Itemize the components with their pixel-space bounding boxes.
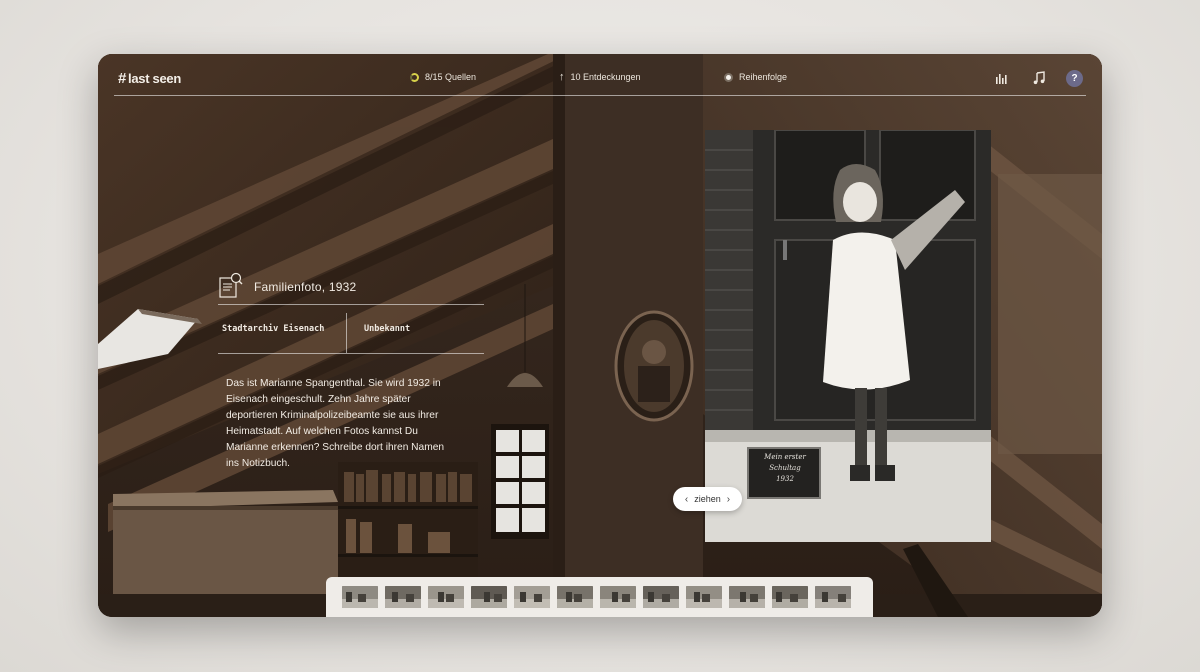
app-window: # last seen 8/15 Quellen ↑ 10 Entdeckunge…: [98, 54, 1102, 617]
filmstrip-thumbnail[interactable]: [600, 586, 636, 608]
app-logo[interactable]: # last seen: [118, 70, 181, 87]
meta-separator: [346, 313, 347, 353]
document-search-icon: [218, 272, 244, 303]
slider-label: ziehen: [694, 494, 721, 504]
info-divider-bottom: [218, 353, 484, 354]
sources-counter[interactable]: 8/15 Quellen: [410, 72, 476, 82]
source-info-panel: Familienfoto, 1932 Stadtarchiv Eisenach …: [218, 270, 484, 472]
top-bar: # last seen 8/15 Quellen ↑ 10 Entdeckunge…: [98, 54, 1102, 96]
author-name: Unbekannt: [364, 324, 411, 334]
help-icon: ?: [1071, 73, 1078, 84]
historical-photo[interactable]: Mein erster Schultag 1932: [705, 130, 991, 542]
discoveries-label: 10 Entdeckungen: [570, 72, 641, 82]
help-button[interactable]: ?: [1066, 70, 1083, 87]
slate-line-3: 1932: [776, 475, 794, 483]
filmstrip-thumbnail[interactable]: [686, 586, 722, 608]
order-label: Reihenfolge: [739, 72, 788, 82]
source-meta: Stadtarchiv Eisenach Unbekannt: [218, 305, 484, 353]
music-icon[interactable]: [1031, 70, 1047, 86]
slate-line-1: Mein erster: [764, 453, 806, 461]
order-toggle[interactable]: Reihenfolge: [724, 72, 787, 82]
progress-ring-icon: [410, 72, 419, 82]
filmstrip-thumbnail[interactable]: [342, 586, 378, 608]
filmstrip-thumbnail[interactable]: [643, 586, 679, 608]
slate-line-2: Schultag: [769, 464, 801, 472]
filmstrip-thumbnail[interactable]: [772, 586, 808, 608]
source-title-row: Familienfoto, 1932: [218, 270, 484, 304]
filmstrip-thumbnail[interactable]: [471, 586, 507, 608]
chevron-left-icon: ‹: [684, 493, 689, 505]
filmstrip-thumbnail[interactable]: [729, 586, 765, 608]
sources-label: 8/15 Quellen: [425, 72, 477, 82]
archive-name: Stadtarchiv Eisenach: [222, 324, 325, 334]
filmstrip-thumbnail[interactable]: [557, 586, 593, 608]
filmstrip-thumbnail[interactable]: [514, 586, 550, 608]
source-description: Das ist Marianne Spangenthal. Sie wird 1…: [226, 378, 445, 469]
top-divider: [114, 95, 1086, 96]
filmstrip-thumbnail[interactable]: [385, 586, 421, 608]
source-title: Familienfoto, 1932: [254, 280, 357, 294]
statistics-icon[interactable]: [994, 70, 1010, 86]
discoveries-counter[interactable]: ↑ 10 Entdeckungen: [559, 70, 641, 83]
filmstrip-thumbnail[interactable]: [815, 586, 851, 608]
logo-text: last seen: [128, 71, 181, 86]
filmstrip-thumbnail[interactable]: [428, 586, 464, 608]
photo-filmstrip: [326, 577, 873, 617]
compare-slider-handle[interactable]: ‹ ziehen ›: [673, 487, 742, 511]
order-dot-icon: [724, 72, 733, 82]
arrow-up-icon: ↑: [559, 70, 565, 83]
slate-text: Mein erster Schultag 1932: [751, 452, 819, 485]
logo-hash: #: [118, 70, 127, 87]
chevron-right-icon: ›: [726, 493, 731, 505]
